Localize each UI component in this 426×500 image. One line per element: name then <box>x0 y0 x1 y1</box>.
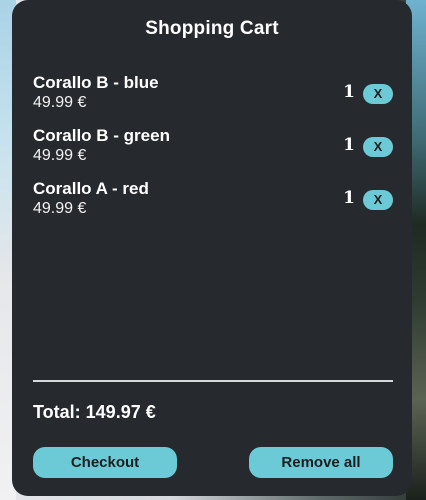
cart-item-list: Corallo B - blue 49.99 € 1 X Corallo B -… <box>33 73 393 232</box>
remove-item-button[interactable]: X <box>363 190 393 210</box>
cart-total: Total: 149.97 € <box>33 402 156 422</box>
checkout-button[interactable]: Checkout <box>33 447 177 478</box>
cart-item-quantity: 1 <box>343 188 355 208</box>
remove-all-button[interactable]: Remove all <box>249 447 393 478</box>
remove-item-button[interactable]: X <box>363 137 393 157</box>
cart-item-price: 49.99 € <box>33 200 87 217</box>
cart-item-price: 49.99 € <box>33 94 87 111</box>
shopping-cart-panel: Shopping Cart Corallo B - blue 49.99 € 1… <box>12 0 412 496</box>
cart-item: Corallo A - red 49.99 € 1 X <box>33 179 393 232</box>
cart-title: Shopping Cart <box>145 18 279 39</box>
cart-item: Corallo B - blue 49.99 € 1 X <box>33 73 393 126</box>
cart-item-quantity: 1 <box>343 135 355 155</box>
cart-item-name: Corallo B - blue <box>33 73 159 92</box>
cart-item-name: Corallo B - green <box>33 126 170 145</box>
cart-item-quantity: 1 <box>343 82 355 102</box>
divider <box>33 380 393 382</box>
cart-item: Corallo B - green 49.99 € 1 X <box>33 126 393 179</box>
cart-item-name: Corallo A - red <box>33 179 149 198</box>
remove-item-button[interactable]: X <box>363 84 393 104</box>
cart-item-price: 49.99 € <box>33 147 87 164</box>
